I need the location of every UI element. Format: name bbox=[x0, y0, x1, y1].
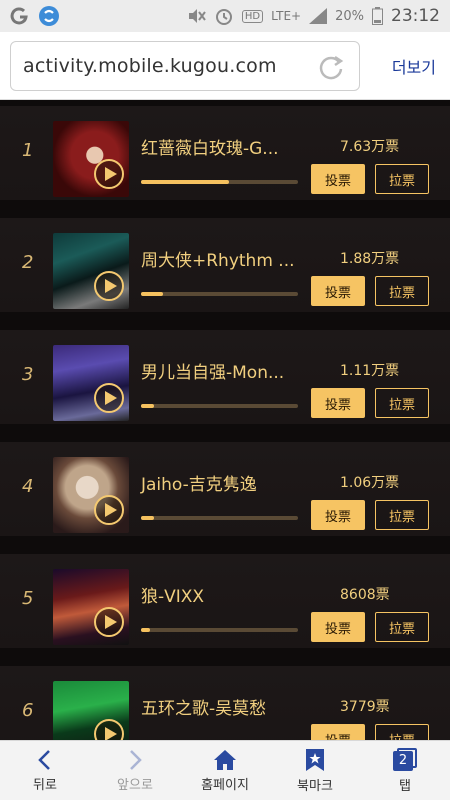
play-icon[interactable] bbox=[94, 495, 124, 525]
vote-progress-bar bbox=[141, 628, 298, 632]
vote-progress-bar bbox=[141, 516, 298, 520]
browser-toolbar: activity.mobile.kugou.com 더보기 bbox=[0, 32, 450, 100]
vote-progress-fill bbox=[141, 180, 229, 184]
play-icon[interactable] bbox=[94, 271, 124, 301]
url-text: activity.mobile.kugou.com bbox=[23, 54, 277, 77]
song-title[interactable]: 男儿当自强-Mon... bbox=[141, 358, 284, 383]
song-title[interactable]: 红蔷薇白玫瑰-G... bbox=[141, 134, 279, 159]
nav-home-label: 홈페이지 bbox=[201, 777, 249, 793]
canvass-button[interactable]: 拉票 bbox=[375, 724, 429, 740]
canvass-button[interactable]: 拉票 bbox=[375, 500, 429, 530]
battery-icon bbox=[372, 7, 383, 25]
forward-arrow-icon bbox=[130, 749, 142, 770]
rank-number: 2 bbox=[22, 252, 34, 273]
app-notification-icon bbox=[10, 7, 28, 25]
list-item: 5 狼-VIXX 8608票 投票 拉票 bbox=[0, 554, 450, 648]
status-bar: HD LTE+ 20% 23:12 bbox=[0, 0, 450, 32]
clock: 23:12 bbox=[391, 6, 440, 26]
bookmark-icon bbox=[306, 748, 324, 771]
ranking-list: 1 红蔷薇白玫瑰-G... 7.63万票 投票 拉票 2 周大侠+Rhythm … bbox=[0, 100, 450, 740]
nav-bookmark-label: 북마크 bbox=[297, 778, 333, 794]
canvass-button[interactable]: 拉票 bbox=[375, 164, 429, 194]
nav-tabs-label: 탭 bbox=[399, 778, 411, 794]
hd-badge: HD bbox=[241, 9, 264, 23]
alarm-icon bbox=[215, 9, 232, 25]
song-thumbnail[interactable] bbox=[53, 121, 129, 197]
nav-tabs-button[interactable]: 2 탭 bbox=[360, 741, 450, 800]
song-title[interactable]: 狼-VIXX bbox=[141, 582, 204, 607]
url-field[interactable]: activity.mobile.kugou.com bbox=[10, 40, 360, 91]
play-icon[interactable] bbox=[94, 159, 124, 189]
vote-button[interactable]: 投票 bbox=[311, 500, 365, 530]
song-thumbnail[interactable] bbox=[53, 345, 129, 421]
play-icon[interactable] bbox=[94, 607, 124, 637]
song-thumbnail[interactable] bbox=[53, 569, 129, 645]
vote-button[interactable]: 投票 bbox=[311, 612, 365, 642]
vote-progress-bar bbox=[141, 180, 298, 184]
vote-progress-fill bbox=[141, 628, 151, 632]
vote-progress-fill bbox=[141, 404, 154, 408]
nav-forward-button[interactable]: 앞으로 bbox=[90, 741, 180, 800]
home-icon bbox=[214, 749, 236, 770]
vote-count: 1.06万票 bbox=[340, 475, 400, 491]
song-title[interactable]: 五环之歌-吴莫愁 bbox=[141, 694, 266, 719]
browser-bottom-nav: 뒤로 앞으로 홈페이지 북마크 2 탭 bbox=[0, 740, 450, 800]
rank-number: 5 bbox=[22, 588, 34, 609]
vote-progress-bar bbox=[141, 404, 298, 408]
back-arrow-icon bbox=[38, 749, 50, 770]
canvass-button[interactable]: 拉票 bbox=[375, 388, 429, 418]
vote-button[interactable]: 投票 bbox=[311, 724, 365, 740]
nav-back-button[interactable]: 뒤로 bbox=[0, 741, 90, 800]
battery-percent: 20% bbox=[335, 8, 364, 24]
song-thumbnail[interactable] bbox=[53, 457, 129, 533]
canvass-button[interactable]: 拉票 bbox=[375, 612, 429, 642]
nav-forward-label: 앞으로 bbox=[117, 777, 153, 793]
vote-count: 7.63万票 bbox=[340, 139, 400, 155]
vote-progress-fill bbox=[141, 292, 163, 296]
vote-count: 1.11万票 bbox=[340, 363, 400, 379]
vote-button[interactable]: 投票 bbox=[311, 164, 365, 194]
rank-number: 4 bbox=[22, 476, 34, 497]
more-menu-button[interactable]: 더보기 bbox=[392, 54, 436, 78]
reload-icon[interactable] bbox=[317, 53, 345, 81]
tabs-icon: 2 bbox=[392, 747, 418, 772]
network-type: LTE+ bbox=[271, 9, 302, 23]
play-icon[interactable] bbox=[94, 719, 124, 740]
vote-progress-fill bbox=[141, 516, 154, 520]
list-item: 3 男儿当自强-Mon... 1.11万票 投票 拉票 bbox=[0, 330, 450, 424]
play-icon[interactable] bbox=[94, 383, 124, 413]
canvass-button[interactable]: 拉票 bbox=[375, 276, 429, 306]
song-thumbnail[interactable] bbox=[53, 681, 129, 740]
mute-icon bbox=[188, 9, 206, 23]
signal-icon bbox=[309, 8, 328, 24]
vote-button[interactable]: 投票 bbox=[311, 388, 365, 418]
list-item: 2 周大侠+Rhythm ... 1.88万票 投票 拉票 bbox=[0, 218, 450, 312]
song-title[interactable]: 周大侠+Rhythm ... bbox=[141, 246, 295, 271]
song-title[interactable]: Jaiho-吉克隽逸 bbox=[141, 470, 257, 495]
rank-number: 3 bbox=[22, 364, 34, 385]
vote-count: 8608票 bbox=[340, 587, 390, 603]
nav-back-label: 뒤로 bbox=[33, 777, 57, 793]
sync-notification-icon bbox=[39, 6, 59, 26]
song-thumbnail[interactable] bbox=[53, 233, 129, 309]
nav-home-button[interactable]: 홈페이지 bbox=[180, 741, 270, 800]
list-item: 4 Jaiho-吉克隽逸 1.06万票 投票 拉票 bbox=[0, 442, 450, 536]
vote-count: 1.88万票 bbox=[340, 251, 400, 267]
tabs-count-badge: 2 bbox=[393, 750, 413, 771]
list-item: 1 红蔷薇白玫瑰-G... 7.63万票 投票 拉票 bbox=[0, 106, 450, 200]
vote-count: 3779票 bbox=[340, 699, 390, 715]
rank-number: 6 bbox=[22, 700, 34, 721]
list-item: 6 五环之歌-吴莫愁 3779票 投票 拉票 bbox=[0, 666, 450, 740]
vote-progress-bar bbox=[141, 292, 298, 296]
vote-button[interactable]: 投票 bbox=[311, 276, 365, 306]
rank-number: 1 bbox=[22, 140, 34, 161]
nav-bookmark-button[interactable]: 북마크 bbox=[270, 741, 360, 800]
